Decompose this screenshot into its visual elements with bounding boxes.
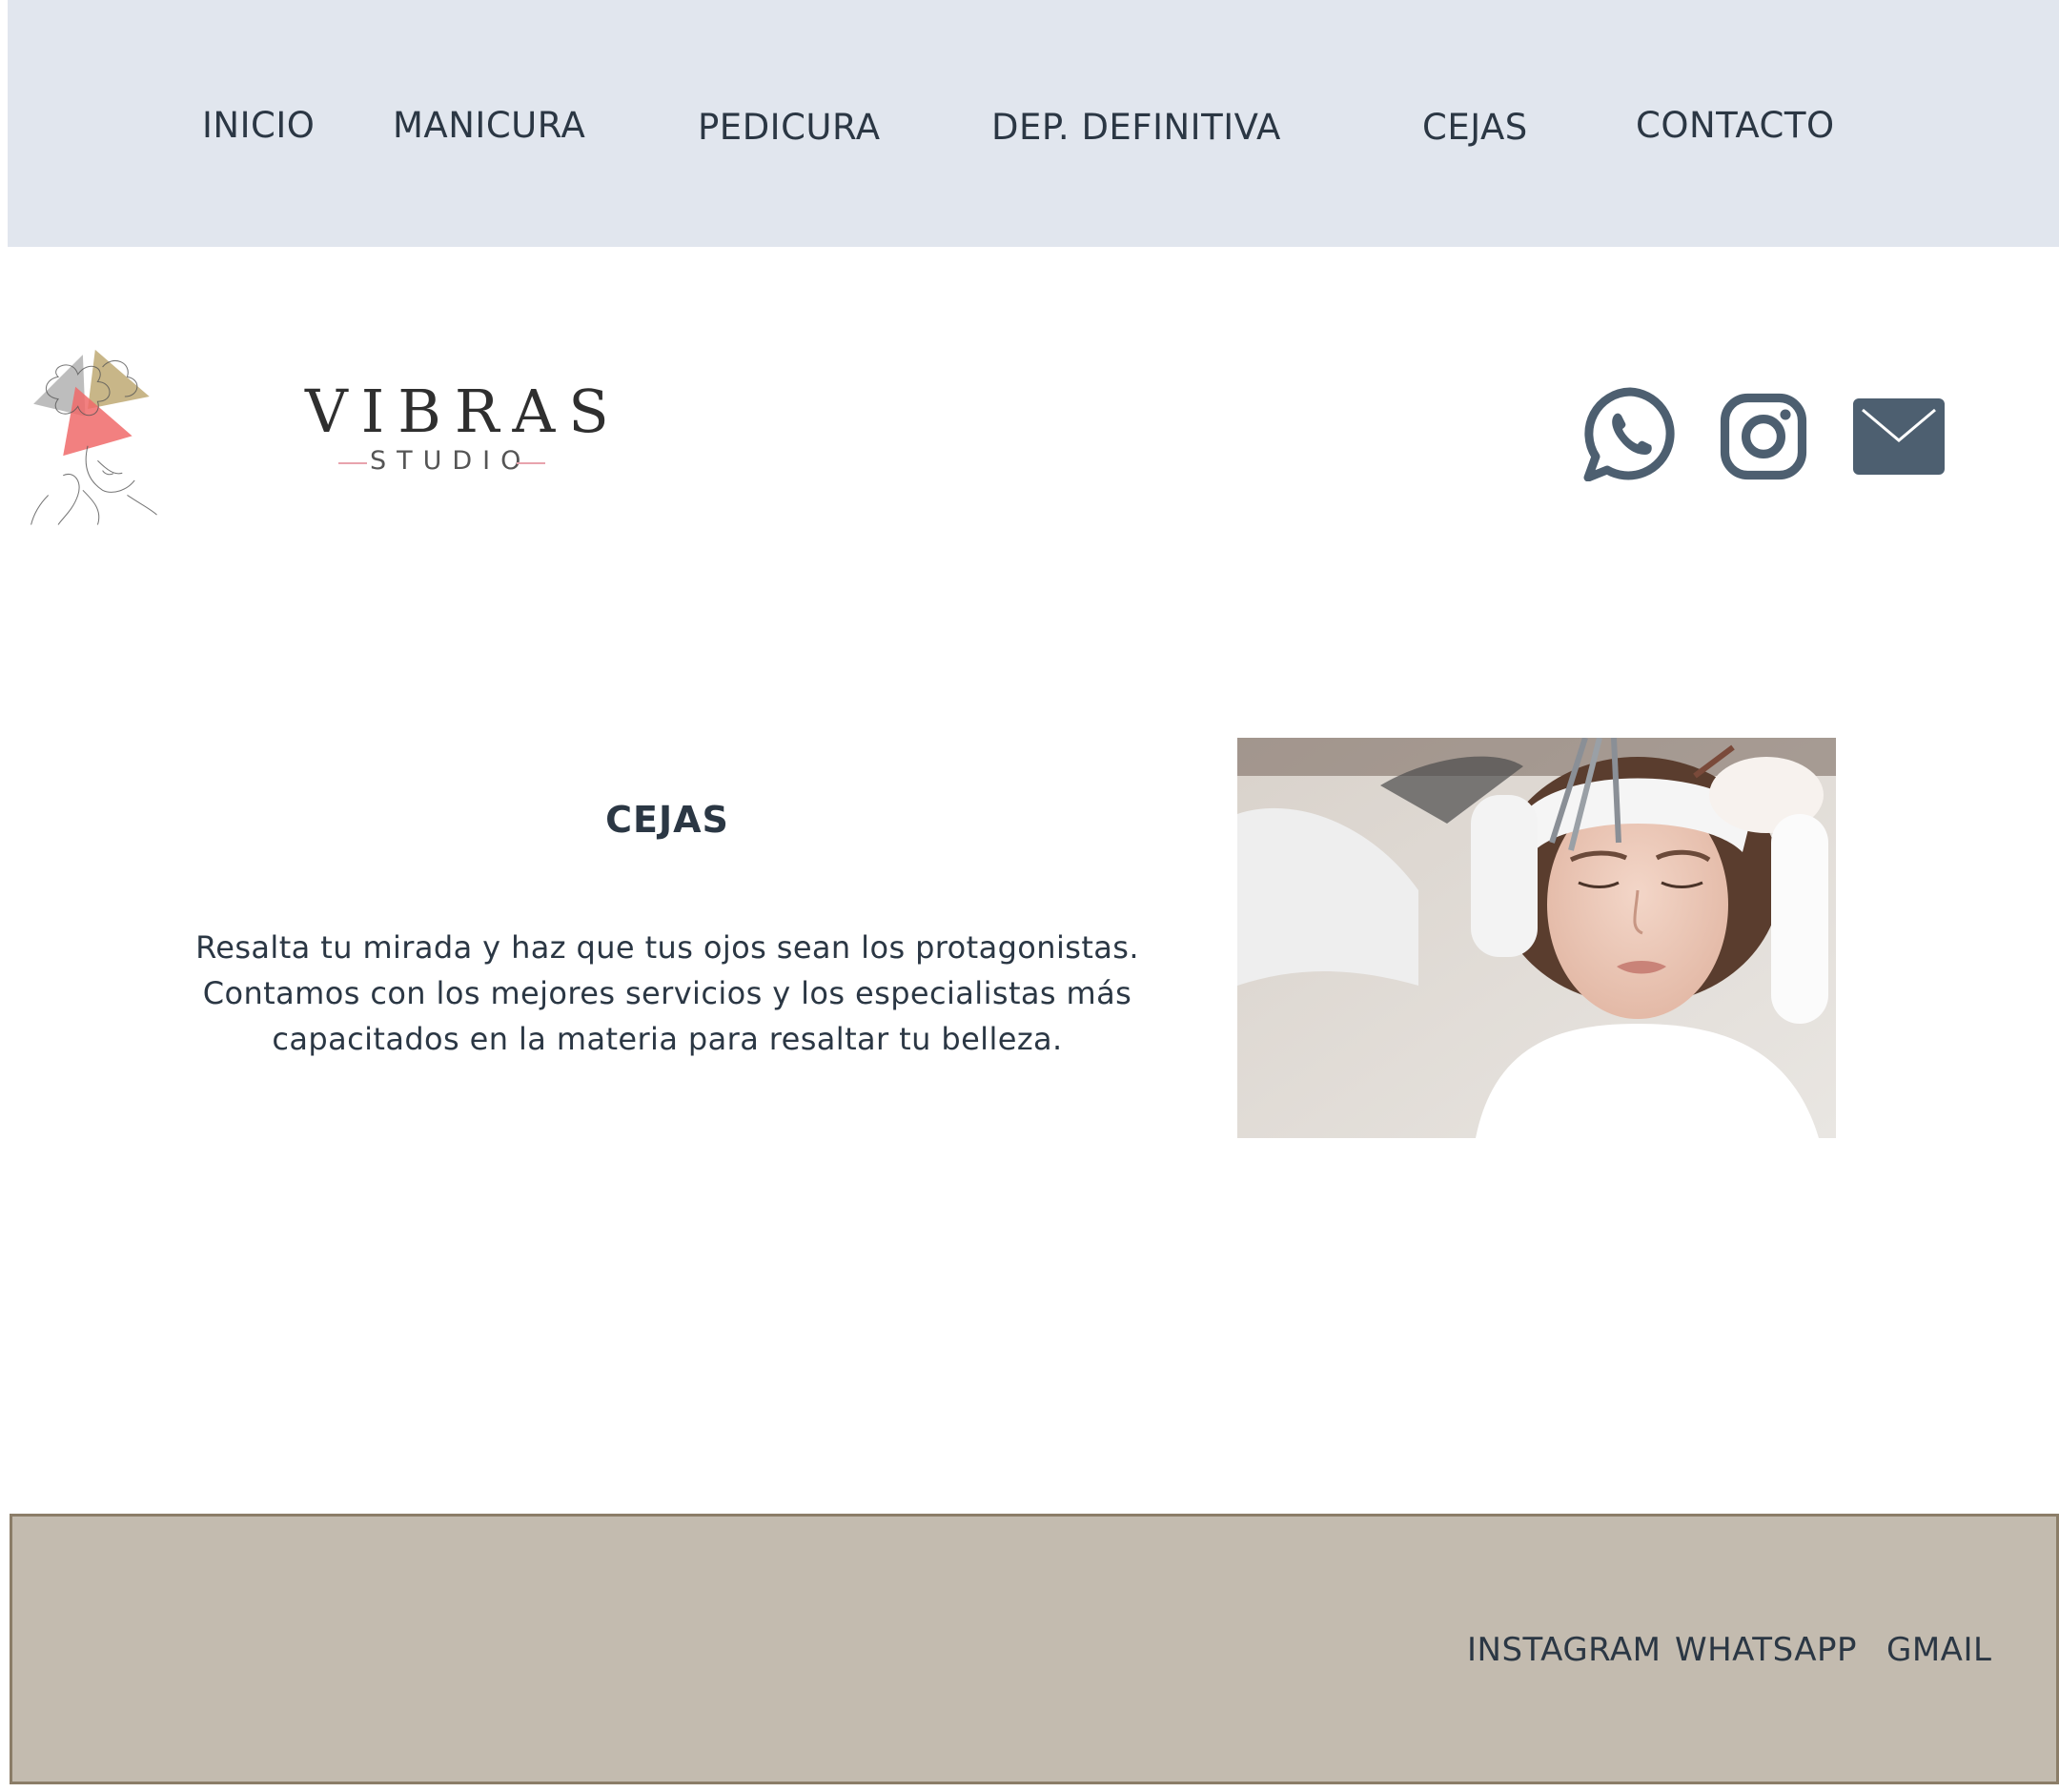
nav-item-contacto[interactable]: CONTACTO (1636, 105, 1835, 146)
top-nav: INICIO MANICURA PEDICURA DEP. DEFINITIVA… (8, 0, 2059, 247)
description-line: Contamos con los mejores servicios y los… (202, 975, 1132, 1011)
footer-link-instagram[interactable]: INSTAGRAM (1467, 1631, 1661, 1669)
instagram-icon[interactable] (1720, 393, 1807, 480)
nav-item-cejas[interactable]: CEJAS (1422, 107, 1528, 148)
service-description: Resalta tu mirada y haz que tus ojos sea… (191, 925, 1144, 1062)
whatsapp-icon[interactable] (1582, 386, 1678, 481)
page-title: CEJAS (605, 799, 729, 841)
brand-name: VIBRAS (305, 377, 622, 446)
logo-illustration (31, 349, 157, 525)
brand-divider (338, 462, 367, 464)
footer-link-whatsapp[interactable]: WHATSAPP (1675, 1631, 1857, 1669)
nav-item-inicio[interactable]: INICIO (202, 105, 315, 146)
footer: INSTAGRAM WHATSAPP GMAIL (10, 1514, 2059, 1784)
mail-icon[interactable] (1853, 398, 1945, 475)
brand-subtitle: STUDIO (370, 446, 532, 476)
nav-item-pedicura[interactable]: PEDICURA (698, 107, 881, 148)
photo-illustration (1237, 738, 1836, 1138)
description-line: Resalta tu mirada y haz que tus ojos sea… (195, 929, 1139, 966)
description-line: capacitados en la materia para resaltar … (272, 1021, 1063, 1057)
footer-link-gmail[interactable]: GMAIL (1886, 1631, 1991, 1669)
eyebrow-treatment-photo (1237, 738, 1836, 1138)
nav-item-manicura[interactable]: MANICURA (393, 105, 585, 146)
brand-divider (517, 462, 545, 464)
nav-item-dep-definitiva[interactable]: DEP. DEFINITIVA (991, 107, 1281, 148)
